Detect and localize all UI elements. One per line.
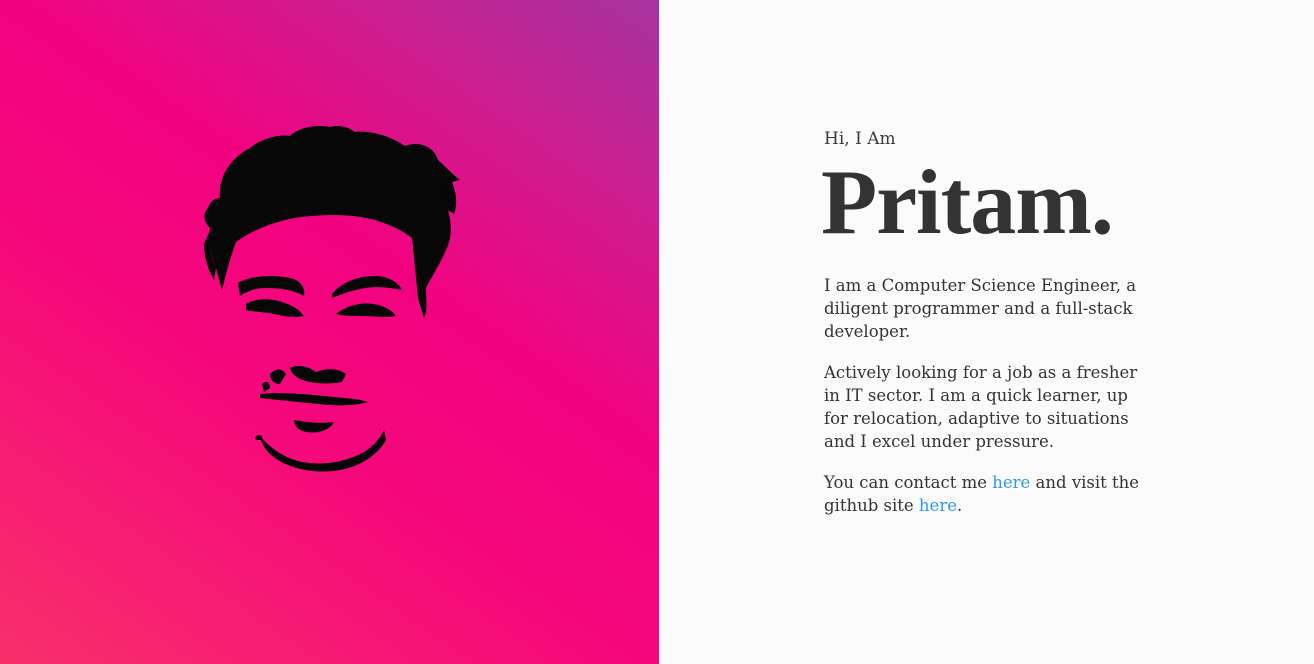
contact-paragraph: You can contact me here and visit the gi…	[824, 471, 1154, 517]
about-paragraph-1: I am a Computer Science Engineer, a dili…	[824, 276, 1137, 341]
intro-content: Hi, I Am Pritam. I am a Computer Science…	[821, 126, 1154, 535]
about-paragraph-2: Actively looking for a job as a fresher …	[824, 363, 1138, 451]
github-link[interactable]: here	[919, 496, 957, 515]
face-silhouette-illustration	[204, 125, 460, 472]
contact-suffix: .	[956, 496, 963, 515]
name-heading: Pritam.	[821, 151, 1114, 253]
contact-prefix: You can contact me	[824, 473, 993, 492]
hero-image-panel	[0, 0, 659, 664]
intro-panel: Hi, I Am Pritam. I am a Computer Science…	[659, 0, 1314, 664]
contact-link[interactable]: here	[992, 473, 1030, 492]
greeting-text: Hi, I Am	[824, 129, 896, 149]
page: Hi, I Am Pritam. I am a Computer Science…	[0, 0, 1314, 664]
